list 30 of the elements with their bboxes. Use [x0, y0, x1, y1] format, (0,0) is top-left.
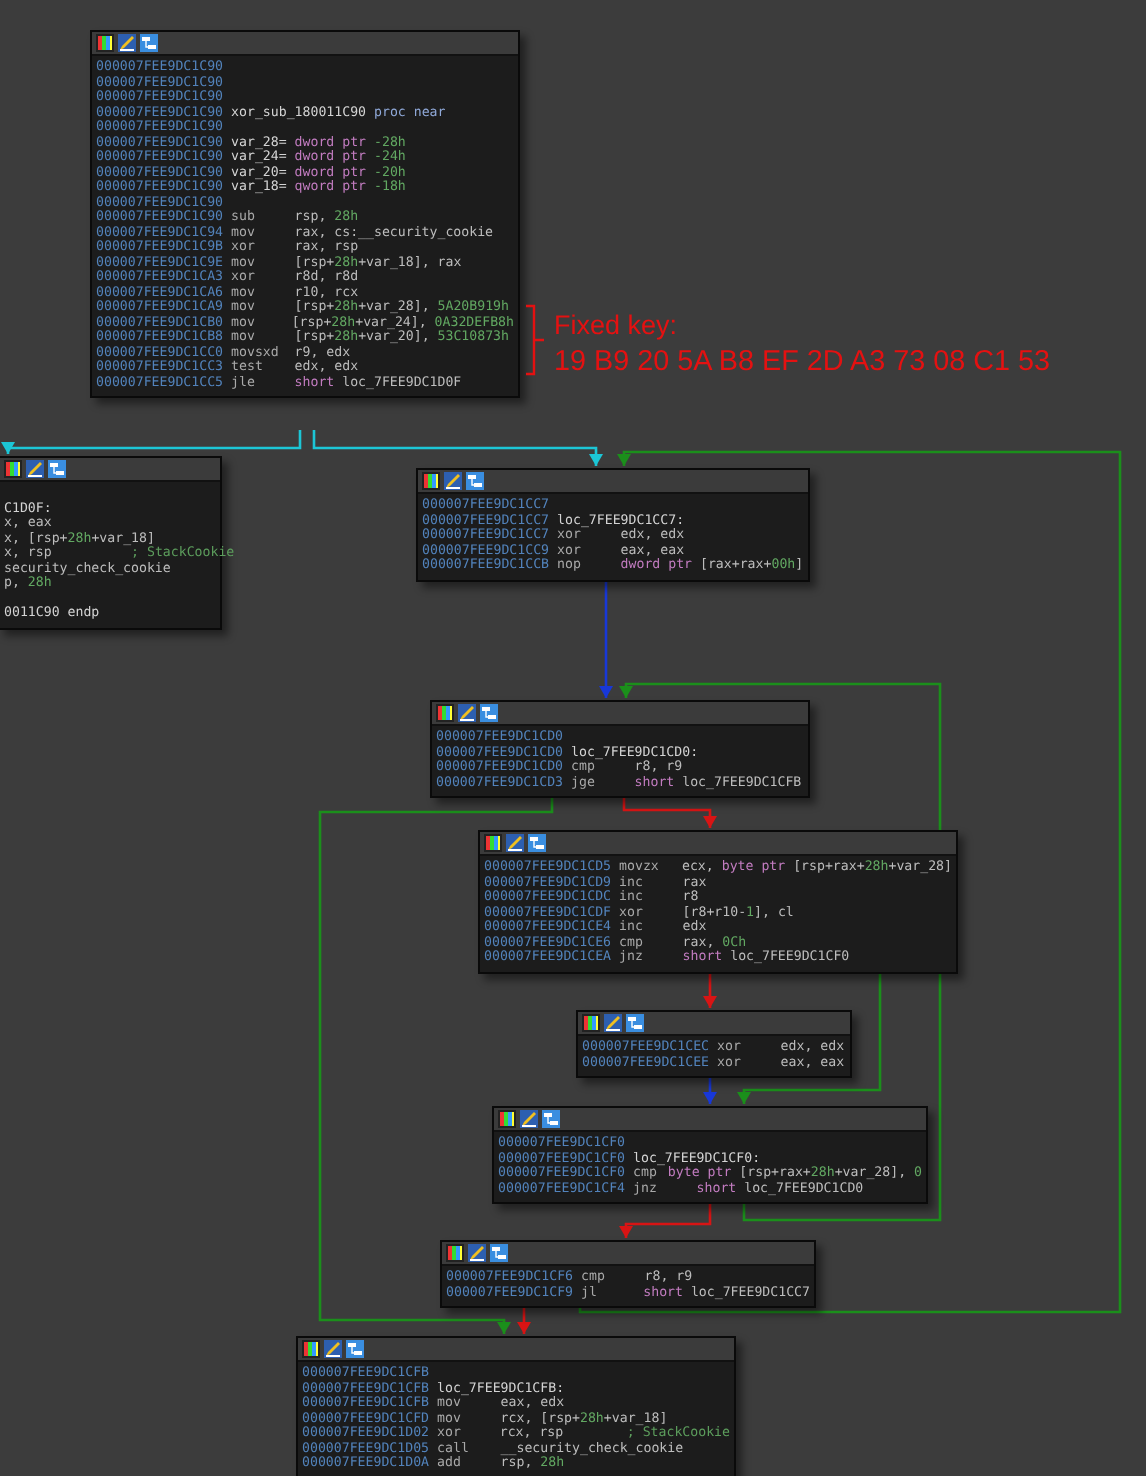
- color-palette-icon[interactable]: [302, 1340, 320, 1358]
- graph-icon[interactable]: [140, 34, 158, 52]
- graph-icon[interactable]: [542, 1110, 560, 1128]
- annotation-title: Fixed key:: [554, 308, 680, 342]
- color-palette-icon[interactable]: [96, 34, 114, 52]
- pencil-icon[interactable]: [444, 472, 462, 490]
- pencil-icon[interactable]: [26, 460, 44, 478]
- key-bytes: 19 B9 20 5A B8 EF 2D A3 73 08 C1 53: [554, 344, 1051, 382]
- graph-icon[interactable]: [490, 1244, 508, 1262]
- pencil-icon[interactable]: [324, 1340, 342, 1358]
- pencil-icon[interactable]: [506, 834, 524, 852]
- pencil-icon[interactable]: [604, 1014, 622, 1032]
- color-palette-icon[interactable]: [446, 1244, 464, 1262]
- graph-icon[interactable]: [346, 1340, 364, 1358]
- graph-icon[interactable]: [528, 834, 546, 852]
- color-palette-icon[interactable]: [582, 1014, 600, 1032]
- pencil-icon[interactable]: [118, 34, 136, 52]
- pencil-icon[interactable]: [468, 1244, 486, 1262]
- color-palette-icon[interactable]: [4, 460, 22, 478]
- graph-icon[interactable]: [626, 1014, 644, 1032]
- pencil-icon[interactable]: [520, 1110, 538, 1128]
- color-palette-icon[interactable]: [436, 704, 454, 722]
- pencil-icon[interactable]: [458, 704, 476, 722]
- graph-icon[interactable]: [466, 472, 484, 490]
- graph-icon[interactable]: [48, 460, 66, 478]
- bracket-drawing: [524, 304, 546, 376]
- color-palette-icon[interactable]: [484, 834, 502, 852]
- color-palette-icon[interactable]: [422, 472, 440, 490]
- graph-icon[interactable]: [480, 704, 498, 722]
- color-palette-icon[interactable]: [498, 1110, 516, 1128]
